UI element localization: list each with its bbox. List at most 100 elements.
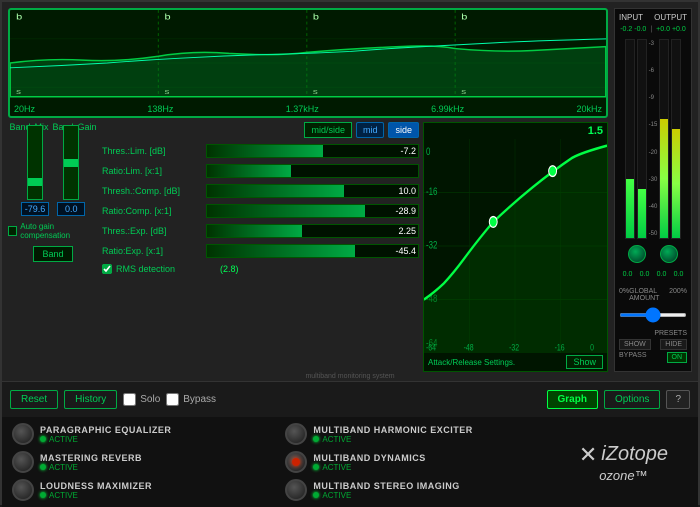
param-value-0: -7.2 bbox=[400, 146, 416, 156]
side-mode-button[interactable]: side bbox=[388, 122, 419, 138]
help-button[interactable]: ? bbox=[666, 390, 690, 409]
status-dot-4 bbox=[313, 464, 319, 470]
modules-right: MULTIBAND HARMONIC EXCITER ACTIVE MULTIB… bbox=[285, 423, 548, 501]
rms-checkbox[interactable] bbox=[102, 264, 112, 274]
presets-section: PRESETS SHOW HIDE BYPASS ON bbox=[619, 330, 687, 363]
svg-text:-32: -32 bbox=[426, 238, 437, 251]
graph-footer-text: Attack/Release Settings. bbox=[428, 358, 515, 367]
logo-product: ozone™ bbox=[599, 468, 647, 483]
graph-button[interactable]: Graph bbox=[547, 390, 598, 409]
history-button[interactable]: History bbox=[64, 390, 117, 409]
param-bar-5[interactable]: -45.4 bbox=[206, 244, 419, 258]
global-section: 0% GLOBAL AMOUNT 200% bbox=[619, 288, 687, 322]
param-label-0: Thres.:Lim. [dB] bbox=[102, 146, 202, 156]
svg-text:-16: -16 bbox=[426, 185, 437, 198]
global-max: 200% bbox=[669, 288, 687, 302]
module-dial-2[interactable] bbox=[12, 479, 34, 501]
module-info-4: MULTIBAND DYNAMICS ACTIVE bbox=[313, 453, 425, 472]
param-bar-2[interactable]: 10.0 bbox=[206, 184, 419, 198]
toolbar: Reset History Solo Bypass Graph Options … bbox=[2, 381, 698, 417]
dynamics-controls: mid/side mid side Thres.:Lim. [dB] -7.2 … bbox=[102, 122, 419, 372]
module-1: MASTERING REVERB ACTIVE bbox=[12, 451, 275, 473]
param-row-5: Ratio:Exp. [x:1] -45.4 bbox=[102, 242, 419, 260]
param-value-5: -45.4 bbox=[395, 246, 416, 256]
freq-7khz: 6.99kHz bbox=[431, 104, 464, 114]
param-row-1: Ratio:Lim. [x:1] bbox=[102, 162, 419, 180]
param-bar-1[interactable] bbox=[206, 164, 419, 178]
freq-138hz: 138Hz bbox=[147, 104, 173, 114]
status-dot-2 bbox=[40, 492, 46, 498]
bypass-checkbox[interactable] bbox=[166, 393, 179, 406]
param-bar-0[interactable]: -7.2 bbox=[206, 144, 419, 158]
module-status-2: ACTIVE bbox=[40, 491, 152, 500]
module-dial-4[interactable] bbox=[285, 451, 307, 473]
module-dial-0[interactable] bbox=[12, 423, 34, 445]
on-button[interactable]: ON bbox=[667, 352, 688, 363]
bottom-section: PARAGRAPHIC EQUALIZER ACTIVE MASTERING R… bbox=[2, 417, 698, 507]
status-dot-0 bbox=[40, 436, 46, 442]
auto-gain-checkbox[interactable] bbox=[8, 226, 17, 236]
module-name-2: LOUDNESS MAXIMIZER bbox=[40, 481, 152, 491]
module-4: MULTIBAND DYNAMICS ACTIVE bbox=[285, 451, 548, 473]
module-status-5: ACTIVE bbox=[313, 491, 459, 500]
mid-mode-button[interactable]: mid bbox=[356, 122, 385, 138]
band-sliders: -79.6 0.0 bbox=[21, 136, 86, 216]
mix-slider[interactable] bbox=[27, 125, 43, 200]
input-val-l: -0.2 bbox=[620, 26, 632, 33]
output-val-r: +0.0 bbox=[672, 26, 686, 33]
param-row-3: Ratio:Comp. [x:1] -28.9 bbox=[102, 202, 419, 220]
param-value-2: 10.0 bbox=[398, 186, 416, 196]
eq-display: b b b b s s s s 20Hz 138Hz 1.37kHz 6.99k… bbox=[8, 8, 608, 118]
logo-area: ✕ iZotope ozone™ bbox=[559, 423, 688, 501]
svg-text:s: s bbox=[164, 87, 170, 96]
param-row-4: Thres.:Exp. [dB] 2.25 bbox=[102, 222, 419, 240]
module-dial-1[interactable] bbox=[12, 451, 34, 473]
graph-header: 1.5 bbox=[424, 123, 607, 139]
svg-text:-64: -64 bbox=[426, 342, 436, 352]
module-status-4: ACTIVE bbox=[313, 463, 425, 472]
status-text-2: ACTIVE bbox=[49, 491, 78, 500]
mid-side-button[interactable]: mid/side bbox=[304, 122, 352, 138]
top-section: b b b b s s s s 20Hz 138Hz 1.37kHz 6.99k… bbox=[2, 2, 698, 372]
show-button[interactable]: Show bbox=[566, 355, 603, 369]
module-status-3: ACTIVE bbox=[313, 435, 472, 444]
band-controls: Band Mix Band Gain -79.6 0.0 bbox=[8, 122, 98, 372]
options-button[interactable]: Options bbox=[604, 390, 660, 409]
status-text-4: ACTIVE bbox=[322, 463, 351, 472]
param-bar-4[interactable]: 2.25 bbox=[206, 224, 419, 238]
module-dial-5[interactable] bbox=[285, 479, 307, 501]
graph-footer: Attack/Release Settings. Show bbox=[424, 353, 607, 371]
gain-value: 0.0 bbox=[57, 202, 85, 216]
svg-text:-16: -16 bbox=[555, 342, 565, 352]
bottom-vu-values: 0.0 0.0 0.0 0.0 bbox=[619, 269, 687, 280]
rms-row: RMS detection (2.8) bbox=[102, 264, 419, 274]
mix-slider-wrapper: -79.6 bbox=[21, 125, 50, 216]
svg-text:b: b bbox=[313, 13, 320, 23]
gain-slider[interactable] bbox=[63, 125, 79, 200]
knob-input-l[interactable] bbox=[628, 245, 646, 263]
global-amount-slider[interactable] bbox=[619, 313, 687, 317]
ratio-exp-value: (2.8) bbox=[220, 264, 239, 274]
scale-15: -15 bbox=[649, 122, 658, 128]
module-2: LOUDNESS MAXIMIZER ACTIVE bbox=[12, 479, 275, 501]
hide-presets-button[interactable]: HIDE bbox=[660, 339, 687, 350]
module-status-0: ACTIVE bbox=[40, 435, 171, 444]
module-name-1: MASTERING REVERB bbox=[40, 453, 142, 463]
vu-input-l bbox=[625, 39, 635, 239]
solo-checkbox[interactable] bbox=[123, 393, 136, 406]
svg-text:b: b bbox=[16, 13, 23, 23]
svg-text:-32: -32 bbox=[509, 342, 519, 352]
controls-area: Band Mix Band Gain -79.6 0.0 bbox=[8, 122, 608, 372]
param-bar-3[interactable]: -28.9 bbox=[206, 204, 419, 218]
module-dial-3[interactable] bbox=[285, 423, 307, 445]
knob-output-r[interactable] bbox=[660, 245, 678, 263]
reset-button[interactable]: Reset bbox=[10, 390, 58, 409]
solo-label: Solo bbox=[140, 394, 160, 405]
status-text-5: ACTIVE bbox=[322, 491, 351, 500]
module-info-0: PARAGRAPHIC EQUALIZER ACTIVE bbox=[40, 425, 171, 444]
svg-text:s: s bbox=[313, 87, 319, 96]
band-button[interactable]: Band bbox=[33, 246, 72, 262]
global-label: GLOBAL AMOUNT bbox=[629, 288, 669, 302]
show-presets-button[interactable]: SHOW bbox=[619, 339, 651, 350]
status-text-3: ACTIVE bbox=[322, 435, 351, 444]
